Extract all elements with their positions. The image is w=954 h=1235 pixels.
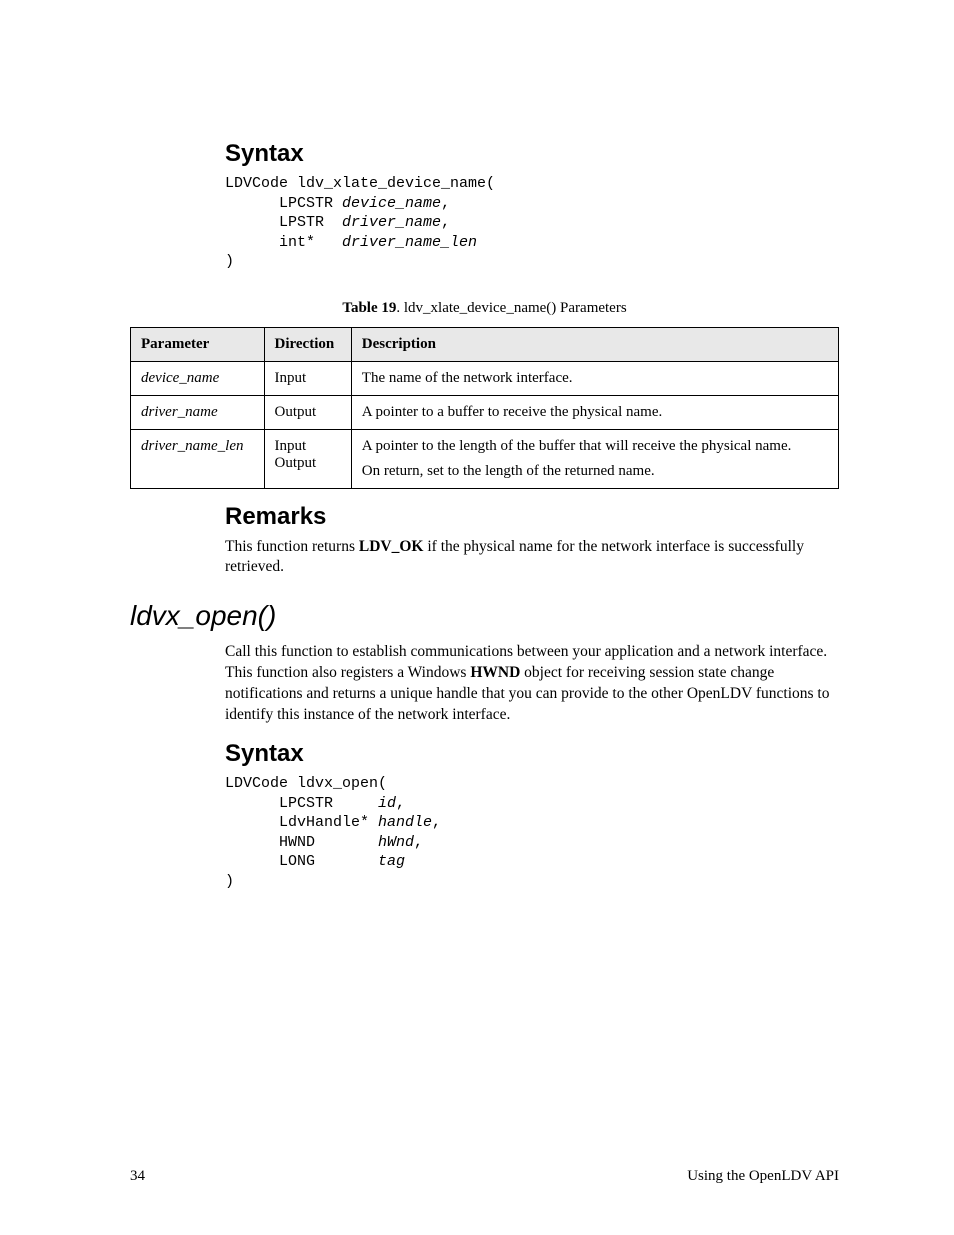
c2l1: LDVCode ldvx_open(: [225, 775, 387, 792]
code-block-1: LDVCode ldv_xlate_device_name( LPCSTR de…: [225, 174, 839, 272]
remarks-section: Remarks This function returns LDV_OK if …: [225, 503, 839, 579]
c2l5a: LONG: [225, 853, 378, 870]
remarks-text: This function returns LDV_OK if the phys…: [225, 537, 839, 579]
table-header-row: Parameter Direction Description: [131, 327, 839, 361]
remarks-a: This function returns: [225, 538, 359, 555]
table-caption-rest: . ldv_xlate_device_name() Parameters: [396, 300, 626, 316]
table-row: driver_name Output A pointer to a buffer…: [131, 395, 839, 429]
c1l2c: ,: [441, 195, 450, 212]
syntax-section-1: Syntax LDVCode ldv_xlate_device_name( LP…: [225, 140, 839, 272]
footer-title: Using the OpenLDV API: [687, 1168, 839, 1185]
c2l5b: tag: [378, 853, 405, 870]
c1l1: LDVCode ldv_xlate_device_name(: [225, 175, 495, 192]
remarks-heading: Remarks: [225, 503, 839, 531]
table-caption-bold: Table 19: [342, 300, 396, 316]
table-row: device_name Input The name of the networ…: [131, 361, 839, 395]
c1l4a: int*: [225, 234, 342, 251]
c1l4b: driver_name_len: [342, 234, 477, 251]
desc-line-1: A pointer to the length of the buffer th…: [362, 438, 828, 455]
params-table: Parameter Direction Description device_n…: [130, 327, 839, 489]
syntax-heading-1: Syntax: [225, 140, 839, 168]
c2l3a: LdvHandle*: [225, 814, 378, 831]
cell-desc: The name of the network interface.: [351, 361, 838, 395]
c2l2c: ,: [396, 795, 405, 812]
cell-direction: Output: [264, 395, 351, 429]
c1l5: ): [225, 253, 234, 270]
page-footer: 34 Using the OpenLDV API: [130, 1168, 839, 1185]
cell-desc: A pointer to the length of the buffer th…: [351, 429, 838, 488]
syntax-heading-2: Syntax: [225, 740, 839, 768]
function-intro: Call this function to establish communic…: [225, 642, 839, 726]
c1l3a: LPSTR: [225, 214, 342, 231]
c1l2a: LPCSTR: [225, 195, 342, 212]
cell-param: driver_name_len: [131, 429, 265, 488]
c2l3c: ,: [432, 814, 441, 831]
c2l4c: ,: [414, 834, 423, 851]
code-block-2: LDVCode ldvx_open( LPCSTR id, LdvHandle*…: [225, 774, 839, 891]
desc-line-2: On return, set to the length of the retu…: [362, 463, 828, 480]
th-description: Description: [351, 327, 838, 361]
c1l2b: device_name: [342, 195, 441, 212]
remarks-bold: LDV_OK: [359, 538, 424, 555]
function-intro-block: Call this function to establish communic…: [225, 642, 839, 891]
c1l3b: driver_name: [342, 214, 441, 231]
function-heading: ldvx_open(): [130, 600, 839, 632]
dir-line-1: Input: [275, 438, 341, 455]
dir-line-2: Output: [275, 455, 341, 472]
cell-param: driver_name: [131, 395, 265, 429]
intro-bold: HWND: [470, 664, 520, 681]
c2l4b: hWnd: [378, 834, 414, 851]
cell-direction: Input Output: [264, 429, 351, 488]
table-caption: Table 19. ldv_xlate_device_name() Parame…: [130, 300, 839, 317]
c2l4a: HWND: [225, 834, 378, 851]
c2l6: ): [225, 873, 234, 890]
cell-param: device_name: [131, 361, 265, 395]
c2l2a: LPCSTR: [225, 795, 378, 812]
c2l2b: id: [378, 795, 396, 812]
c1l3c: ,: [441, 214, 450, 231]
page: Syntax LDVCode ldv_xlate_device_name( LP…: [0, 0, 954, 1235]
c2l3b: handle: [378, 814, 432, 831]
cell-direction: Input: [264, 361, 351, 395]
th-direction: Direction: [264, 327, 351, 361]
th-parameter: Parameter: [131, 327, 265, 361]
cell-desc: A pointer to a buffer to receive the phy…: [351, 395, 838, 429]
page-number: 34: [130, 1168, 145, 1185]
table-row: driver_name_len Input Output A pointer t…: [131, 429, 839, 488]
